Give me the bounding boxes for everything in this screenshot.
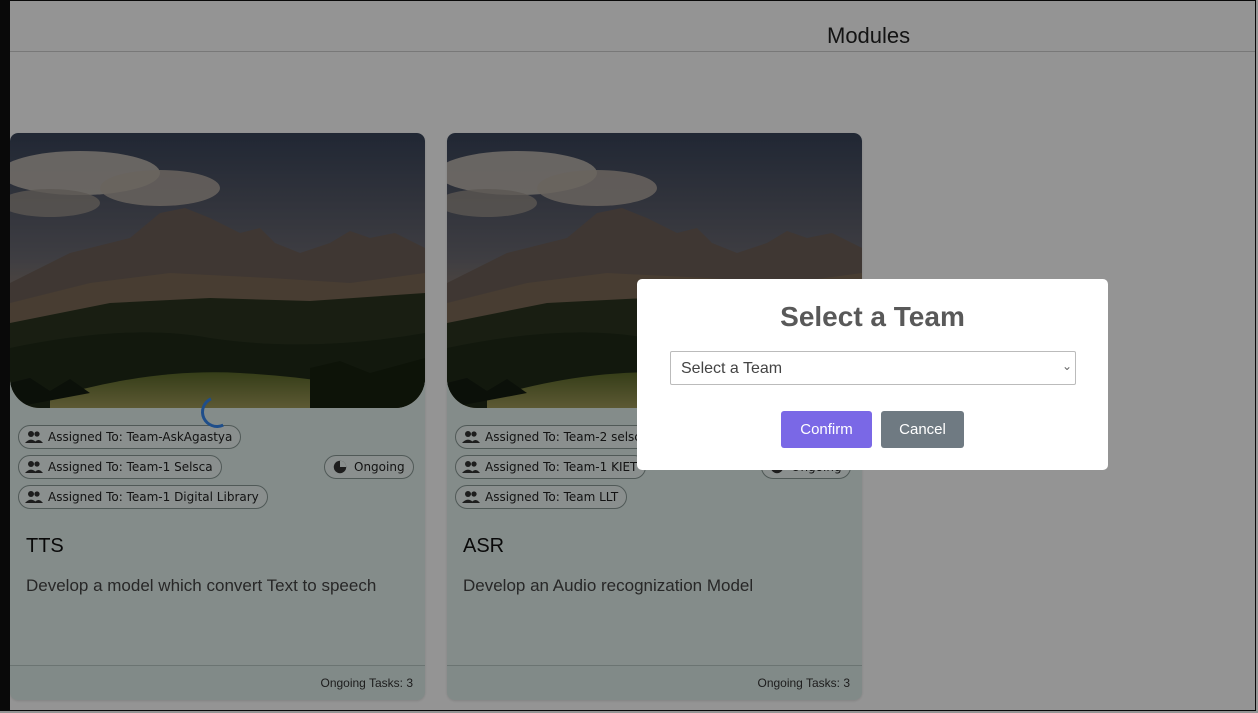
team-select[interactable]: Select a Team — [670, 351, 1076, 385]
confirm-button[interactable]: Confirm — [781, 411, 872, 448]
dialog-title: Select a Team — [780, 301, 965, 332]
select-team-dialog: Select a Team Select a Team ⌄ Confirm Ca… — [637, 279, 1108, 470]
cancel-button[interactable]: Cancel — [881, 411, 964, 448]
